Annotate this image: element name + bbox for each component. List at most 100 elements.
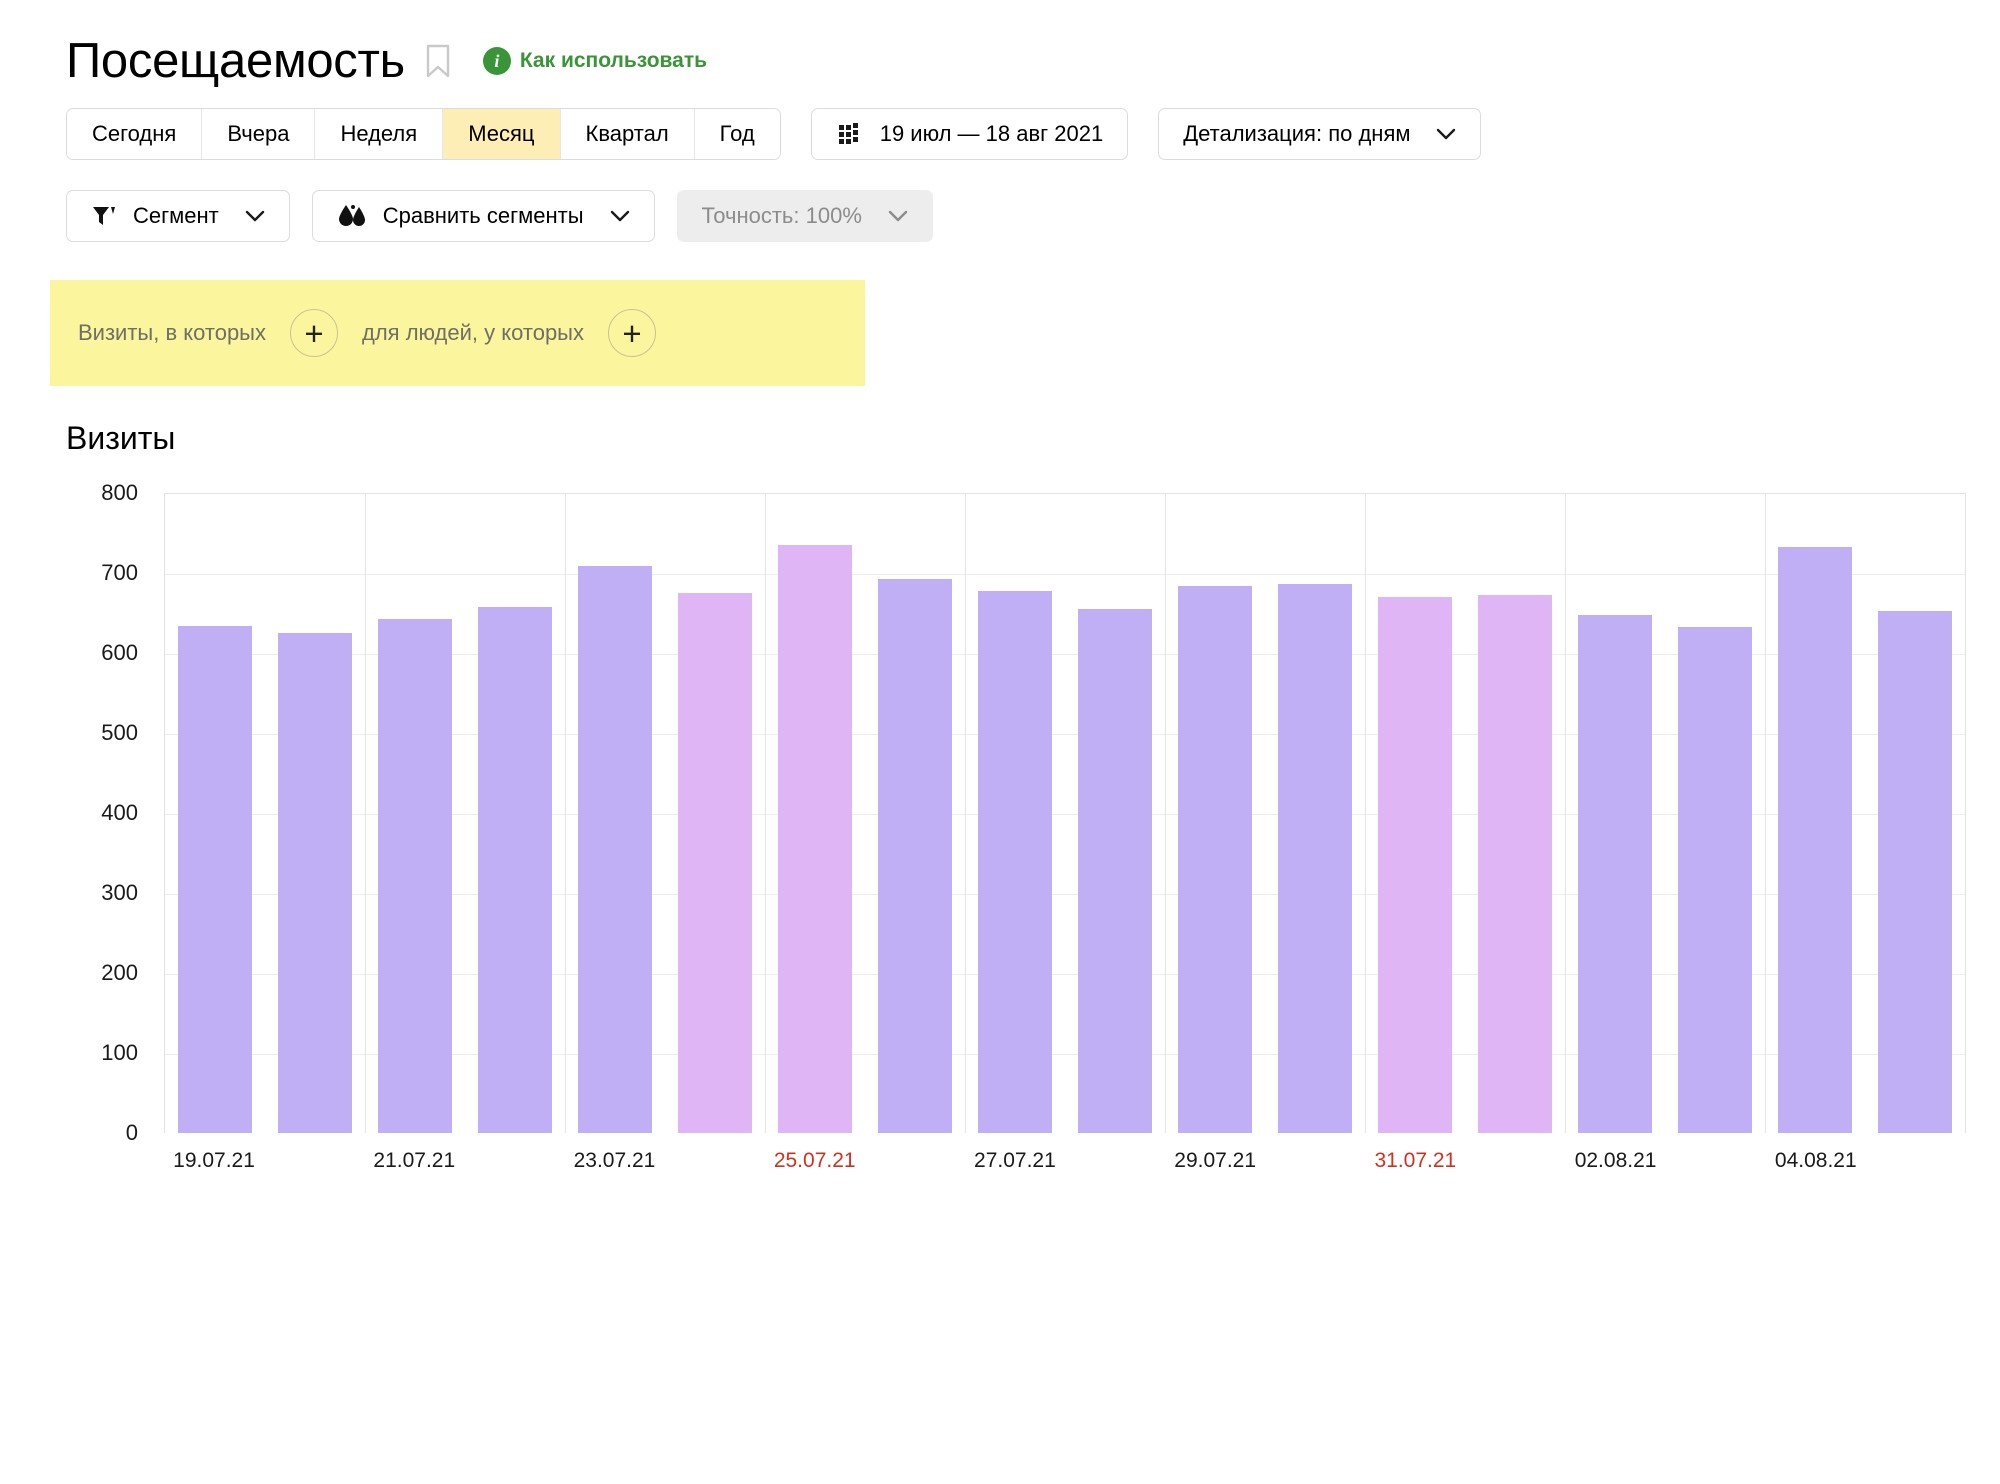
y-axis-tick: 400 (101, 800, 138, 825)
visits-bar-chart: 0 100 200 300 400 500 600 700 800 19.07.21 21.07.… (66, 480, 1966, 1183)
period-selector: Сегодня Вчера Неделя Месяц Квартал Год (66, 108, 781, 160)
bar[interactable] (1078, 609, 1152, 1133)
period-button-quarter[interactable]: Квартал (560, 109, 695, 159)
x-axis-slot (1465, 1139, 1565, 1183)
x-axis-tick: 29.07.21 (1174, 1149, 1257, 1172)
segment-people-label: для людей, у которых (362, 320, 584, 345)
x-axis-slot (1866, 1139, 1966, 1183)
x-axis: 19.07.21 21.07.21 23.07.21 25.07.21 27.07.21… (164, 1139, 1966, 1183)
y-axis-tick: 100 (101, 1040, 138, 1065)
bar[interactable] (1278, 584, 1352, 1133)
x-axis-slot: 04.08.21 (1766, 1139, 1866, 1183)
x-axis-tick: 02.08.21 (1574, 1149, 1657, 1172)
how-to-use-label: Как использовать (519, 49, 708, 72)
funnel-icon (91, 203, 117, 229)
bar[interactable] (878, 579, 952, 1133)
bar-slot[interactable] (1565, 493, 1665, 1133)
bookmark-icon[interactable] (425, 44, 451, 78)
y-axis-tick: 0 (125, 1120, 138, 1145)
x-axis-slot (1666, 1139, 1766, 1183)
detail-level-label: Детализация: по дням (1183, 121, 1411, 146)
x-axis-tick: 19.07.21 (173, 1149, 255, 1172)
period-button-month[interactable]: Месяц (443, 109, 561, 159)
y-axis-tick: 700 (101, 560, 138, 585)
accuracy-dropdown[interactable]: Точность: 100% (676, 190, 933, 242)
bar-slot[interactable] (1865, 493, 1965, 1133)
bar-slot[interactable] (165, 493, 265, 1133)
bar[interactable] (1578, 614, 1652, 1133)
detail-level-dropdown[interactable]: Детализация: по дням (1158, 108, 1482, 160)
bar-slot[interactable] (865, 493, 965, 1133)
segment-label: Сегмент (133, 203, 219, 228)
segment-visits-label: Визиты, в которых (78, 320, 266, 345)
x-axis-slot: 02.08.21 (1566, 1139, 1666, 1183)
chart-title: Визиты (66, 420, 176, 456)
x-axis-tick: 25.07.21 (773, 1149, 856, 1172)
add-people-condition-button[interactable]: + (608, 309, 656, 357)
chevron-down-icon (610, 210, 630, 222)
y-axis: 0 100 200 300 400 500 600 700 800 (66, 480, 138, 1145)
bar[interactable] (178, 625, 252, 1133)
bar[interactable] (578, 565, 652, 1133)
bar[interactable] (1178, 585, 1252, 1133)
bar[interactable] (1778, 547, 1852, 1133)
bar[interactable] (378, 618, 452, 1133)
chevron-down-icon (1436, 128, 1456, 140)
bar[interactable] (278, 633, 352, 1133)
bar-slot[interactable] (1665, 493, 1765, 1133)
info-icon: i (482, 47, 511, 75)
y-axis-tick: 200 (101, 960, 138, 985)
bar[interactable] (978, 591, 1052, 1133)
bar-slot[interactable] (465, 493, 565, 1133)
period-button-week[interactable]: Неделя (315, 109, 444, 159)
x-axis-slot (865, 1139, 965, 1183)
y-axis-tick: 800 (101, 480, 138, 505)
bar-slot[interactable] (565, 493, 665, 1133)
x-axis-slot (1265, 1139, 1365, 1183)
period-button-today[interactable]: Сегодня (67, 109, 203, 159)
x-axis-slot: 31.07.21 (1365, 1139, 1465, 1183)
y-axis-tick: 500 (101, 720, 138, 745)
x-axis-slot (464, 1139, 564, 1183)
y-axis-tick: 600 (101, 640, 138, 665)
x-axis-slot: 19.07.21 (164, 1139, 264, 1183)
x-axis-slot: 25.07.21 (765, 1139, 865, 1183)
period-button-yesterday[interactable]: Вчера (202, 109, 316, 159)
bar-slot[interactable] (265, 493, 365, 1133)
x-axis-slot (264, 1139, 364, 1183)
compare-segments-label: Сравнить сегменты (382, 203, 584, 228)
bar[interactable] (1478, 595, 1552, 1133)
toolbar-period-row: Сегодня Вчера Неделя Месяц Квартал Год 1… (0, 108, 2000, 160)
compare-segments-button[interactable]: Сравнить сегменты (311, 190, 655, 242)
segment-builder-bar: Визиты, в которых + для людей, у которых… (50, 280, 865, 386)
page-header: Посещаемость i Как использовать (0, 0, 2000, 86)
segment-button[interactable]: Сегмент (66, 190, 290, 242)
bar-slot[interactable] (765, 493, 865, 1133)
bar-series (165, 493, 1965, 1133)
x-axis-slot (1065, 1139, 1165, 1183)
x-axis-slot: 21.07.21 (364, 1139, 464, 1183)
bar-slot[interactable] (365, 493, 465, 1133)
two-drops-icon (337, 203, 367, 229)
bar-slot[interactable] (1065, 493, 1165, 1133)
bar-slot[interactable] (1765, 493, 1865, 1133)
x-axis-slot: 27.07.21 (965, 1139, 1065, 1183)
y-axis-tick: 300 (101, 880, 138, 905)
bar[interactable] (778, 545, 852, 1133)
bar-slot[interactable] (1365, 493, 1465, 1133)
bar-slot[interactable] (965, 493, 1065, 1133)
bar[interactable] (1678, 627, 1752, 1133)
bar[interactable] (1878, 611, 1952, 1133)
date-range-picker[interactable]: 19 июл — 18 авг 2021 (810, 108, 1129, 160)
bar-slot[interactable] (1465, 493, 1565, 1133)
add-visit-condition-button[interactable]: + (290, 309, 338, 357)
bar[interactable] (478, 606, 552, 1133)
bar-slot[interactable] (665, 493, 765, 1133)
bar-slot[interactable] (1165, 493, 1265, 1133)
period-button-year[interactable]: Год (694, 109, 780, 159)
how-to-use-link[interactable]: i Как использовать (482, 47, 708, 75)
bar[interactable] (1378, 597, 1452, 1133)
bar-slot[interactable] (1265, 493, 1365, 1133)
bar[interactable] (678, 593, 752, 1133)
plot-area (164, 493, 1966, 1133)
